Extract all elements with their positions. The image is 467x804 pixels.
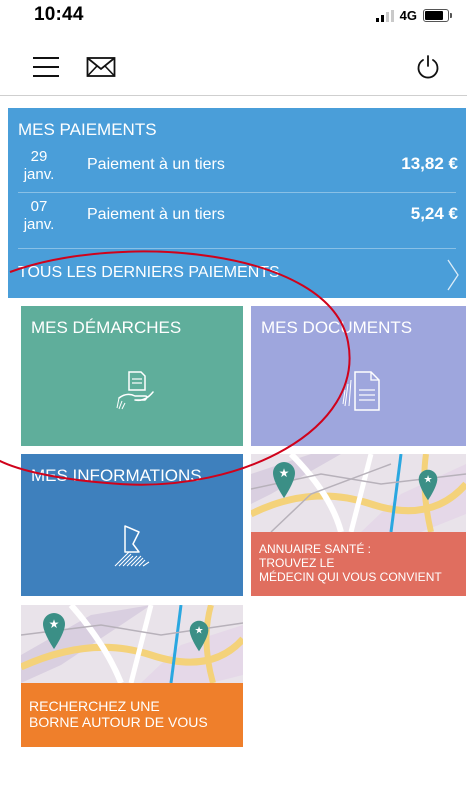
tile-annuaire-sante[interactable]: ★ ★ ANNUAIRE SANTÉ : TROUVEZ LE MÉDECIN … xyxy=(251,454,466,596)
status-bar: 10:44 4G xyxy=(0,0,467,36)
payment-row[interactable]: 29 janv. Paiement à un tiers 13,82 € xyxy=(8,146,466,188)
svg-text:★: ★ xyxy=(194,625,203,636)
payment-date: 07 janv. xyxy=(18,198,60,234)
tile-borne-line: RECHERCHEZ UNE xyxy=(29,698,160,714)
hamburger-icon[interactable] xyxy=(33,57,59,77)
chevron-right-icon xyxy=(447,259,459,291)
tile-recherche-borne[interactable]: ★ ★ RECHERCHEZ UNE BORNE AUTOUR DE VOUS xyxy=(21,605,243,747)
tile-demarches-label: MES DÉMARCHES xyxy=(31,318,182,337)
tile-documents-label: MES DOCUMENTS xyxy=(261,318,413,337)
battery-icon xyxy=(423,9,452,22)
tile-annuaire-line: TROUVEZ LE xyxy=(259,556,335,570)
mail-icon[interactable] xyxy=(86,56,116,78)
map-pin-icon: ★ xyxy=(418,469,438,501)
tile-annuaire-label: ANNUAIRE SANTÉ : TROUVEZ LE MÉDECIN QUI … xyxy=(259,542,442,584)
tile-documents[interactable]: MES DOCUMENTS xyxy=(251,306,466,446)
payment-day: 07 xyxy=(30,198,48,215)
tile-borne-label: RECHERCHEZ UNE BORNE AUTOUR DE VOUS xyxy=(29,698,208,730)
tile-annuaire-line: MÉDECIN QUI VOUS CONVIENT xyxy=(259,570,442,584)
network-type: 4G xyxy=(399,8,417,23)
svg-text:★: ★ xyxy=(49,617,60,631)
map-pin-icon: ★ xyxy=(273,462,295,498)
hand-document-icon xyxy=(116,371,154,410)
payment-month: janv. xyxy=(23,166,55,183)
payment-amount: 13,82 € xyxy=(401,154,458,173)
payments-panel: MES PAIEMENTS 29 janv. Paiement à un tie… xyxy=(8,108,466,298)
status-indicators: 4G xyxy=(375,8,452,23)
status-time: 10:44 xyxy=(34,4,84,25)
payment-date: 29 janv. xyxy=(18,148,60,184)
app-header xyxy=(0,40,467,96)
tile-annuaire-line: ANNUAIRE SANTÉ : xyxy=(259,542,372,556)
all-payments-label: TOUS LES DERNIERS PAIEMENTS xyxy=(18,264,280,281)
payment-row[interactable]: 07 janv. Paiement à un tiers 5,24 € xyxy=(8,196,466,238)
signal-icon xyxy=(375,9,394,22)
payment-day: 29 xyxy=(30,148,48,165)
map-pin-icon: ★ xyxy=(43,613,65,649)
map-pin-icon: ★ xyxy=(189,620,209,652)
all-payments-link[interactable]: TOUS LES DERNIERS PAIEMENTS xyxy=(8,252,466,298)
payment-label: Paiement à un tiers xyxy=(87,206,225,223)
svg-text:★: ★ xyxy=(279,466,290,480)
payments-title: MES PAIEMENTS xyxy=(18,120,157,139)
payment-month: janv. xyxy=(23,216,55,233)
tile-informations[interactable]: MES INFORMATIONS xyxy=(21,454,243,596)
document-icon xyxy=(342,371,380,411)
tile-borne-line: BORNE AUTOUR DE VOUS xyxy=(29,714,208,730)
payment-amount: 5,24 € xyxy=(410,204,458,223)
svg-text:★: ★ xyxy=(423,474,432,485)
person-icon xyxy=(114,525,150,567)
power-icon[interactable] xyxy=(415,54,441,80)
payment-label: Paiement à un tiers xyxy=(87,156,225,173)
tile-informations-label: MES INFORMATIONS xyxy=(31,466,202,485)
divider xyxy=(18,248,456,249)
tile-demarches[interactable]: MES DÉMARCHES xyxy=(21,306,243,446)
divider xyxy=(18,192,456,193)
